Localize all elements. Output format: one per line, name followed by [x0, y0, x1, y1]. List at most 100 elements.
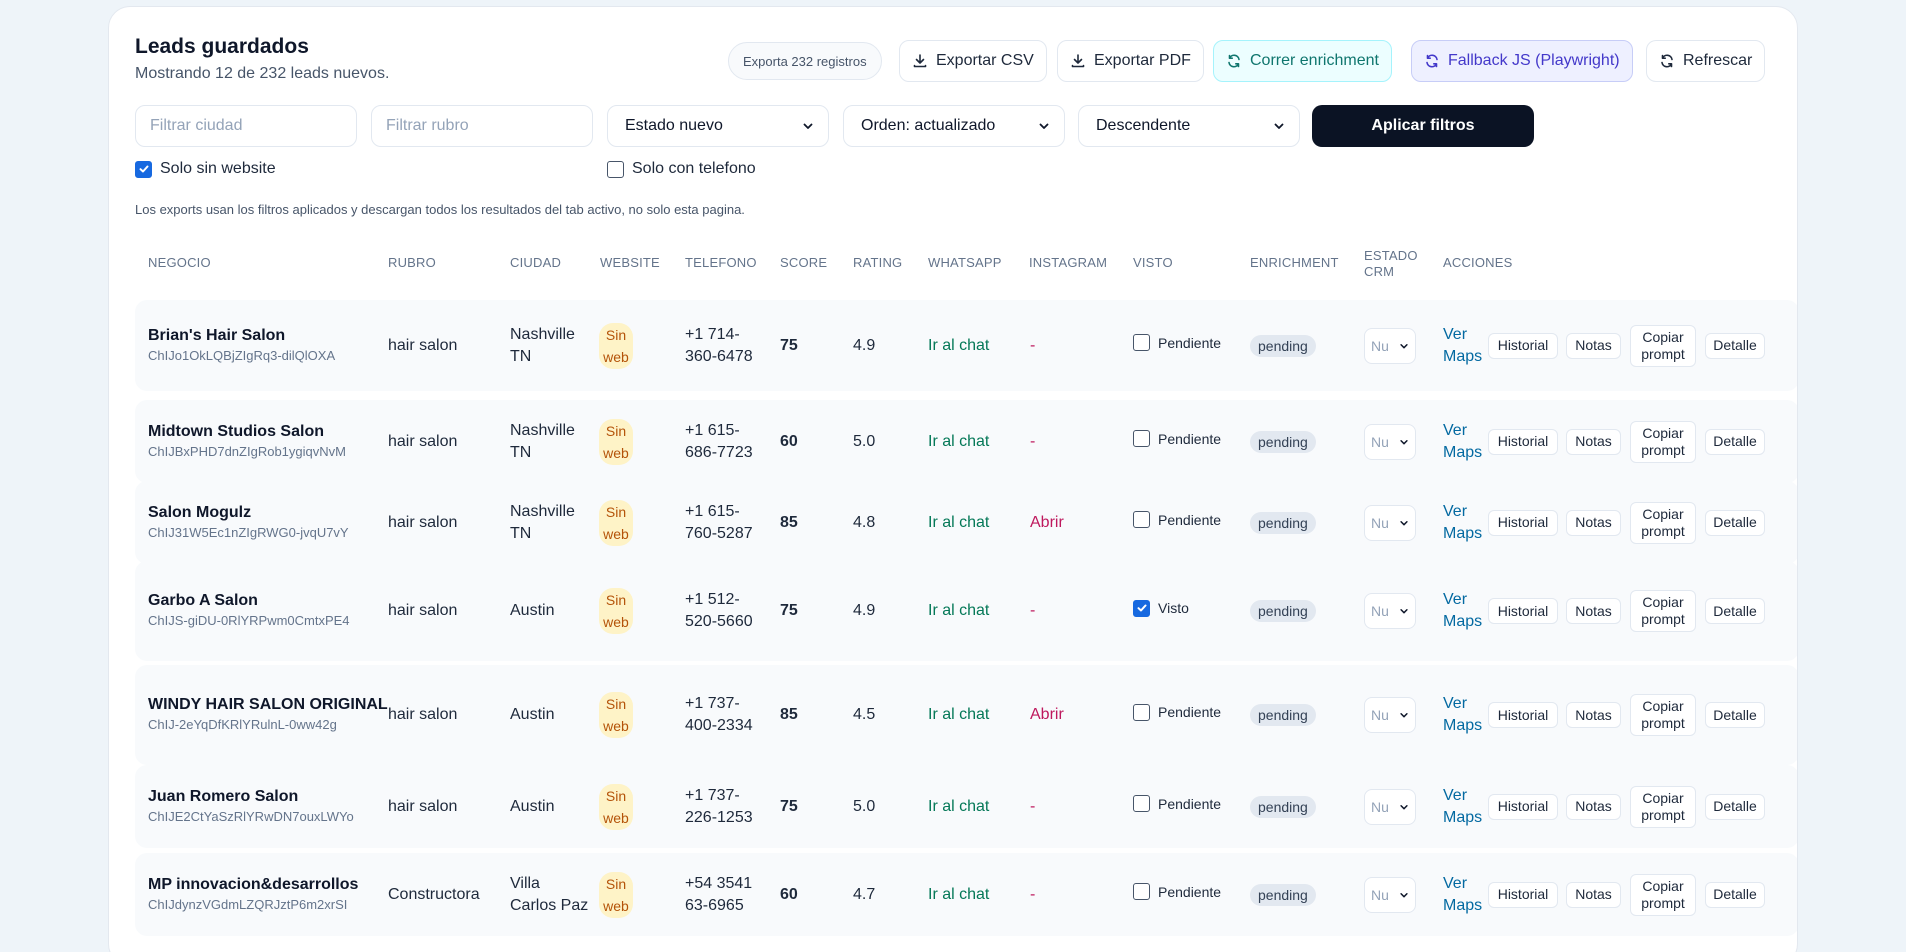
copy-prompt-button[interactable]: Copiar prompt: [1630, 590, 1696, 632]
notes-button[interactable]: Notas: [1566, 598, 1621, 624]
checkbox-unchecked-icon[interactable]: [1133, 883, 1150, 900]
website-cell: Sin web: [599, 300, 639, 391]
view-maps-link[interactable]: Ver Maps: [1443, 765, 1483, 848]
checkbox-unchecked-icon[interactable]: [1133, 334, 1150, 351]
whatsapp-link[interactable]: Ir al chat: [928, 853, 1018, 936]
crm-status-select[interactable]: Nu: [1364, 504, 1416, 541]
notes-button-label: Notas: [1575, 706, 1612, 723]
export-pdf-button[interactable]: Exportar PDF: [1057, 40, 1204, 82]
history-button[interactable]: Historial: [1488, 428, 1558, 455]
checkbox-checked-icon[interactable]: [135, 160, 152, 178]
instagram-link[interactable]: Abrir: [1030, 481, 1090, 564]
history-button[interactable]: Historial: [1488, 881, 1558, 908]
copy-prompt-button[interactable]: Copiar prompt: [1630, 694, 1696, 736]
notes-button[interactable]: Notas: [1566, 428, 1621, 455]
export-csv-button[interactable]: Exportar CSV: [899, 40, 1047, 82]
notes-button[interactable]: Notas: [1566, 793, 1621, 820]
seen-label: Pendiente: [1158, 511, 1222, 528]
history-button[interactable]: Historial: [1488, 332, 1558, 359]
detail-button[interactable]: Detalle: [1705, 702, 1765, 728]
history-button[interactable]: Historial: [1488, 702, 1558, 728]
direction-select[interactable]: Descendente: [1078, 105, 1300, 147]
instagram-link[interactable]: -: [1030, 561, 1090, 661]
seen-toggle[interactable]: Visto: [1133, 561, 1243, 655]
instagram-link[interactable]: -: [1030, 853, 1090, 936]
seen-toggle[interactable]: Pendiente: [1133, 853, 1243, 930]
category-cell: hair salon: [388, 481, 498, 564]
history-button[interactable]: Historial: [1488, 793, 1558, 820]
history-button[interactable]: Historial: [1488, 598, 1558, 624]
fallback-js-label: Fallback JS (Playwright): [1448, 52, 1620, 69]
whatsapp-link[interactable]: Ir al chat: [928, 481, 1018, 564]
view-maps-link[interactable]: Ver Maps: [1443, 481, 1483, 564]
detail-button[interactable]: Detalle: [1705, 793, 1765, 820]
whatsapp-link[interactable]: Ir al chat: [928, 561, 1018, 661]
instagram-link[interactable]: -: [1030, 765, 1090, 848]
view-maps-link[interactable]: Ver Maps: [1443, 853, 1483, 936]
only-with-phone-checkbox[interactable]: Solo con telefono: [607, 160, 756, 178]
page-title: Leads guardados: [135, 35, 309, 58]
crm-status-select[interactable]: Nu: [1364, 788, 1416, 825]
whatsapp-link-text: Ir al chat: [928, 513, 990, 531]
notes-button[interactable]: Notas: [1566, 332, 1621, 359]
crm-status-select[interactable]: Nu: [1364, 327, 1416, 364]
apply-filters-button[interactable]: Aplicar filtros: [1312, 105, 1534, 147]
copy-prompt-button[interactable]: Copiar prompt: [1630, 420, 1696, 463]
whatsapp-link[interactable]: Ir al chat: [928, 300, 1018, 391]
instagram-link[interactable]: Abrir: [1030, 665, 1090, 765]
whatsapp-link[interactable]: Ir al chat: [928, 665, 1018, 765]
fallback-js-button[interactable]: Fallback JS (Playwright): [1411, 40, 1633, 82]
view-maps-link[interactable]: Ver Maps: [1443, 400, 1483, 483]
copy-prompt-button[interactable]: Copiar prompt: [1630, 501, 1696, 544]
category-filter-input[interactable]: [371, 105, 593, 147]
order-select[interactable]: Orden: actualizado: [843, 105, 1065, 147]
crm-status-select[interactable]: Nu: [1364, 593, 1416, 629]
detail-button[interactable]: Detalle: [1705, 509, 1765, 536]
history-button[interactable]: Historial: [1488, 509, 1558, 536]
checkbox-unchecked-icon[interactable]: [1133, 795, 1150, 812]
phone-cell: +1 615-686-7723: [685, 400, 765, 483]
instagram-link[interactable]: -: [1030, 300, 1090, 391]
detail-button[interactable]: Detalle: [1705, 881, 1765, 908]
checkbox-unchecked-icon[interactable]: [607, 160, 624, 178]
phone-cell: +54 3541 63-6965: [685, 853, 765, 936]
notes-button[interactable]: Notas: [1566, 509, 1621, 536]
view-maps-link[interactable]: Ver Maps: [1443, 561, 1483, 661]
rating-cell-text: 4.8: [853, 513, 876, 531]
checkbox-checked-icon[interactable]: [1133, 599, 1150, 617]
instagram-link[interactable]: -: [1030, 400, 1090, 483]
state-select[interactable]: Estado nuevo: [607, 105, 829, 147]
copy-prompt-button[interactable]: Copiar prompt: [1630, 324, 1696, 367]
detail-button[interactable]: Detalle: [1705, 598, 1765, 624]
crm-status-select[interactable]: Nu: [1364, 697, 1416, 733]
copy-prompt-button[interactable]: Copiar prompt: [1630, 873, 1696, 916]
seen-toggle[interactable]: Pendiente: [1133, 300, 1243, 385]
seen-toggle[interactable]: Pendiente: [1133, 400, 1243, 477]
whatsapp-link[interactable]: Ir al chat: [928, 400, 1018, 483]
copy-prompt-button-label: Copiar prompt: [1641, 789, 1685, 823]
business-cell: Salon Mogulz ChIJ31W5Ec1nZIgRWG0-jvqU7vY: [148, 504, 349, 540]
view-maps-link[interactable]: Ver Maps: [1443, 665, 1483, 765]
only-no-website-label: Solo sin website: [160, 160, 276, 177]
crm-status-select[interactable]: Nu: [1364, 876, 1416, 913]
copy-prompt-button[interactable]: Copiar prompt: [1630, 785, 1696, 828]
detail-button[interactable]: Detalle: [1705, 428, 1765, 455]
seen-toggle[interactable]: Pendiente: [1133, 765, 1243, 842]
detail-button[interactable]: Detalle: [1705, 332, 1765, 359]
seen-toggle[interactable]: Pendiente: [1133, 481, 1243, 558]
view-maps-link[interactable]: Ver Maps: [1443, 300, 1483, 391]
refresh-button[interactable]: Refrescar: [1646, 40, 1766, 82]
whatsapp-link-text: Ir al chat: [928, 797, 990, 815]
notes-button[interactable]: Notas: [1566, 702, 1621, 728]
checkbox-unchecked-icon[interactable]: [1133, 511, 1150, 528]
checkbox-unchecked-icon[interactable]: [1133, 703, 1150, 721]
place-id: ChIJBxPHD7dnZIgRob1ygiqvNvM: [148, 443, 346, 459]
city-filter-input[interactable]: [135, 105, 357, 147]
crm-status-select[interactable]: Nu: [1364, 423, 1416, 460]
checkbox-unchecked-icon[interactable]: [1133, 430, 1150, 447]
seen-toggle[interactable]: Pendiente: [1133, 665, 1243, 759]
notes-button[interactable]: Notas: [1566, 881, 1621, 908]
whatsapp-link[interactable]: Ir al chat: [928, 765, 1018, 848]
run-enrichment-button[interactable]: Correr enrichment: [1213, 40, 1392, 82]
only-no-website-checkbox[interactable]: Solo sin website: [135, 160, 276, 178]
